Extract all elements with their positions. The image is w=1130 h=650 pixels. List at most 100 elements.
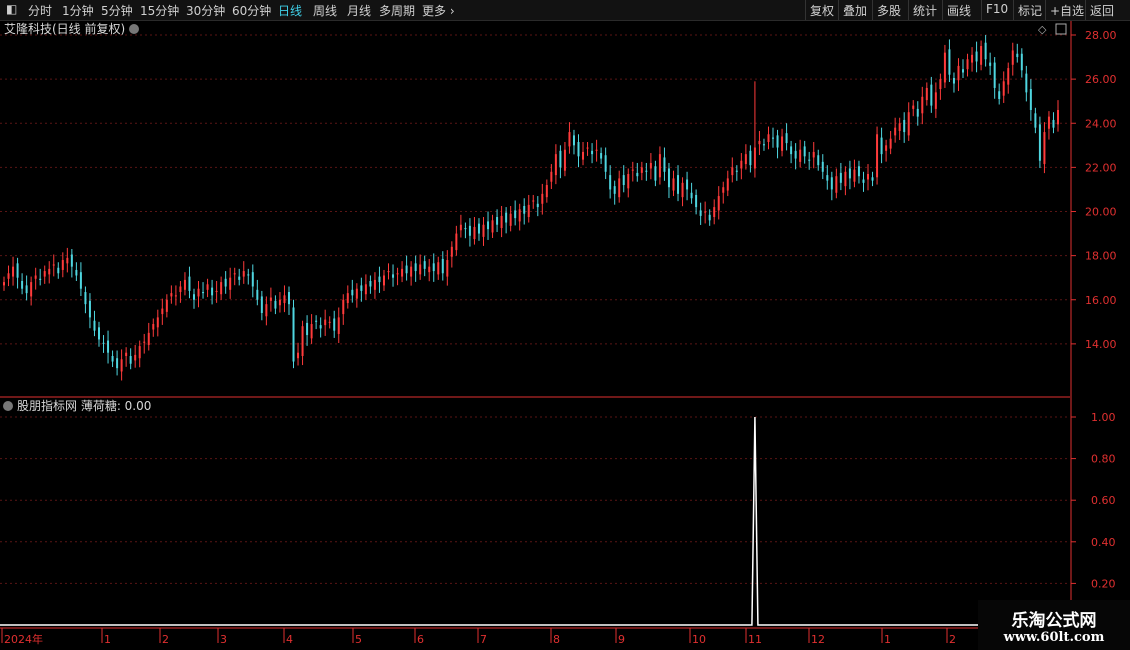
- candle-body: [283, 295, 286, 304]
- candle-body: [894, 127, 897, 136]
- candle-body: [446, 260, 449, 277]
- candle-body: [206, 284, 209, 290]
- candle-body: [297, 352, 300, 359]
- candle-body: [346, 293, 349, 304]
- toolbar-right-1[interactable]: 叠加: [843, 2, 867, 19]
- candle-body: [174, 295, 177, 297]
- period-tab-3[interactable]: 15分钟: [140, 2, 179, 19]
- candle-body: [518, 209, 521, 222]
- toolbar-right-7[interactable]: +自选: [1050, 2, 1084, 19]
- candle-body: [147, 332, 150, 345]
- candle-body: [1034, 113, 1037, 128]
- candle-body: [532, 200, 535, 202]
- candle-body: [473, 226, 476, 240]
- candle-body: [726, 178, 729, 191]
- y-tick-label: 0.40: [1091, 536, 1116, 549]
- toolbar-divider: [1045, 0, 1046, 20]
- x-tick-label: 3: [220, 633, 227, 646]
- candle-body: [753, 147, 756, 169]
- period-tab-9[interactable]: 多周期: [379, 2, 415, 19]
- period-tab-4[interactable]: 30分钟: [186, 2, 225, 19]
- candle-body: [229, 277, 232, 290]
- candle-body: [233, 273, 236, 275]
- candle-body: [912, 105, 915, 109]
- candle-body: [559, 150, 562, 168]
- y-tick-label: 20.00: [1085, 206, 1117, 219]
- candle-body: [889, 138, 892, 149]
- candle-body: [265, 304, 268, 317]
- candle-body: [16, 263, 19, 278]
- candle-body: [550, 171, 553, 182]
- candle-body: [966, 59, 969, 70]
- candle-body: [410, 266, 413, 277]
- candle-body: [143, 341, 146, 343]
- candle-body: [826, 175, 829, 181]
- candle-body: [30, 282, 33, 297]
- toolbar-right-2[interactable]: 多股: [877, 2, 901, 19]
- candle-body: [717, 196, 720, 211]
- candle-body: [514, 210, 517, 219]
- candle-body: [867, 173, 870, 180]
- toolbar-right-6[interactable]: 标记: [1018, 2, 1042, 19]
- y-tick-label: 14.00: [1085, 338, 1117, 351]
- candle-body: [156, 317, 159, 328]
- candle-body: [224, 278, 227, 287]
- candle-body: [672, 178, 675, 191]
- candle-body: [862, 179, 865, 183]
- candle-body: [731, 167, 734, 176]
- candle-body: [351, 289, 354, 296]
- candle-body: [1016, 53, 1019, 58]
- layout-icon[interactable]: ◧: [6, 2, 17, 16]
- candle-body: [722, 187, 725, 193]
- candle-body: [43, 271, 46, 277]
- x-tick-label: 6: [417, 633, 424, 646]
- candle-body: [509, 213, 512, 226]
- candle-body: [319, 325, 322, 329]
- period-tab-1[interactable]: 1分钟: [62, 2, 94, 19]
- candle-body: [360, 285, 363, 291]
- period-tab-10[interactable]: 更多 ›: [422, 2, 455, 19]
- candle-body: [930, 84, 933, 106]
- candle-body: [251, 272, 254, 287]
- toolbar-right-0[interactable]: 复权: [810, 2, 834, 19]
- candle-body: [1057, 110, 1059, 125]
- x-tick-label: 7: [480, 633, 487, 646]
- y-tick-label: 18.00: [1085, 250, 1117, 263]
- candle-body: [848, 168, 851, 179]
- candle-body: [179, 286, 182, 293]
- candle-body: [287, 292, 290, 305]
- candle-body: [34, 275, 37, 279]
- candle-body: [595, 149, 598, 151]
- period-tab-8[interactable]: 月线: [347, 2, 371, 19]
- period-tab-2[interactable]: 5分钟: [101, 2, 133, 19]
- candle-body: [116, 358, 119, 369]
- candle-body: [880, 137, 883, 155]
- toolbar-right-5[interactable]: F10: [986, 2, 1008, 16]
- candle-body: [102, 342, 105, 344]
- candle-body: [600, 153, 603, 159]
- candle-body: [794, 150, 797, 159]
- candle-body: [871, 177, 874, 181]
- candle-body: [1011, 50, 1014, 65]
- candle-body: [183, 279, 186, 290]
- period-tab-0[interactable]: 分时: [28, 2, 52, 19]
- period-tab-6[interactable]: 日线: [278, 2, 302, 19]
- diamond-icon: ◇: [1038, 23, 1047, 36]
- candle-body: [247, 274, 250, 276]
- toolbar-right-3[interactable]: 统计: [913, 2, 937, 19]
- x-tick-label: 1: [104, 633, 111, 646]
- watermark-url: www.60lt.com: [1003, 630, 1105, 645]
- candle-body: [640, 167, 643, 173]
- period-tab-7[interactable]: 周线: [313, 2, 337, 19]
- candle-body: [577, 142, 580, 157]
- candle-body: [658, 154, 661, 178]
- candle-body: [962, 69, 965, 73]
- x-tick-label: 2: [949, 633, 956, 646]
- candle-body: [790, 146, 793, 155]
- period-tab-5[interactable]: 60分钟: [232, 2, 271, 19]
- toolbar-right-8[interactable]: 返回: [1090, 2, 1114, 19]
- candle-body: [306, 322, 309, 336]
- toolbar-right-4[interactable]: 画线: [947, 2, 971, 19]
- candle-body: [980, 46, 983, 65]
- candle-body: [591, 150, 594, 155]
